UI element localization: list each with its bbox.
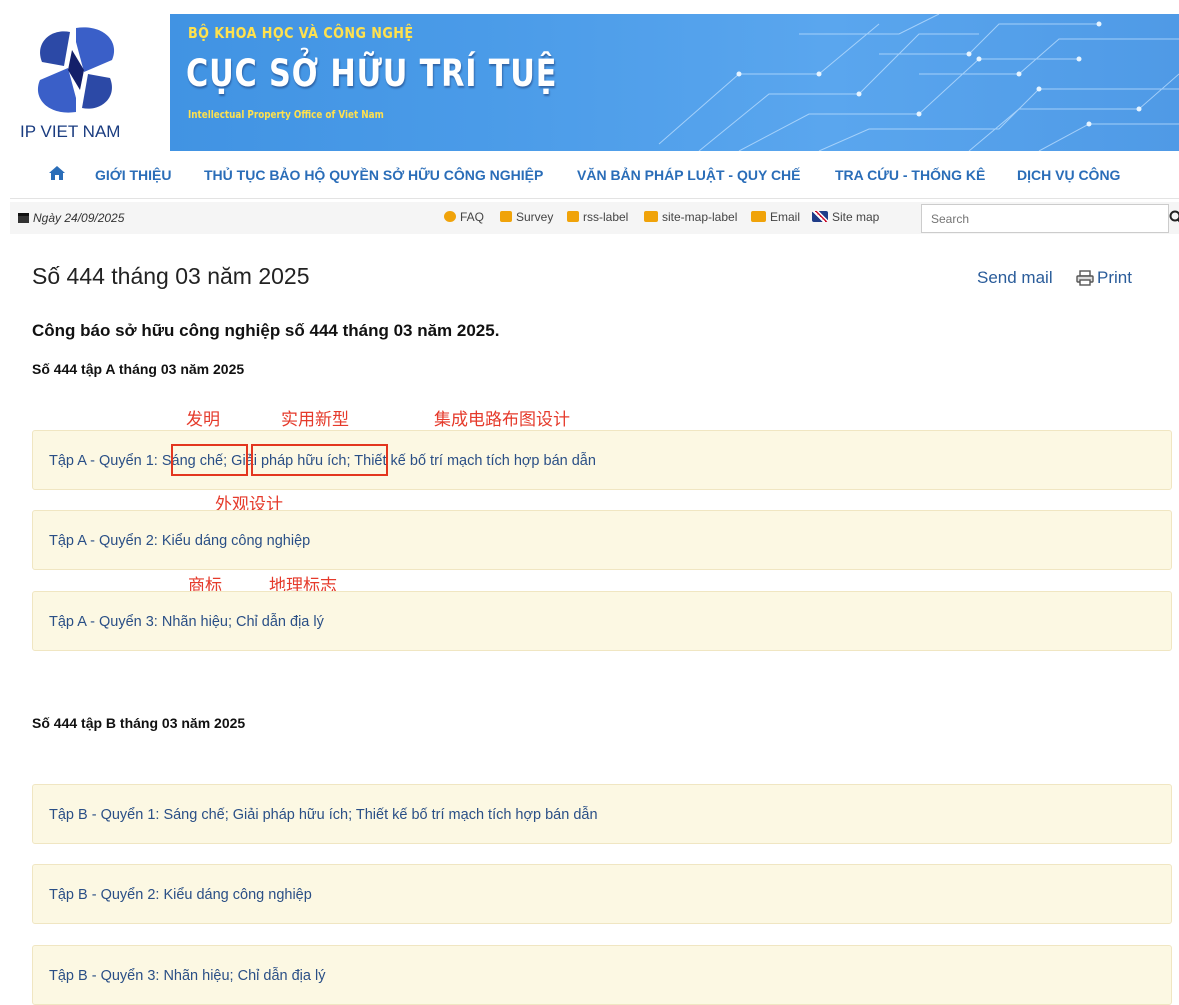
- uk-flag-icon: [812, 211, 828, 222]
- volume-a2-link[interactable]: Tập A - Quyển 2: Kiểu dáng công nghiệp: [49, 533, 310, 549]
- annotation-ic-layout: 集成电路布图设计: [434, 405, 570, 430]
- rss-label: rss-label: [583, 210, 628, 224]
- circuit-decoration: [619, 14, 1179, 151]
- nav-item-dich-vu-cong[interactable]: DỊCH VỤ CÔNG: [1017, 167, 1120, 183]
- highlight-box-invention: [171, 444, 248, 476]
- agency-name: CỤC SỞ HỮU TRÍ TUỆ: [186, 52, 557, 95]
- check-square-icon: [500, 211, 512, 222]
- print-link[interactable]: Print: [1076, 268, 1132, 288]
- site-map-label-link[interactable]: site-map-label: [644, 210, 737, 224]
- faq-link[interactable]: FAQ: [444, 210, 484, 224]
- site-logo[interactable]: IP VIET NAM: [10, 14, 170, 151]
- rss-icon: [567, 211, 579, 222]
- survey-link[interactable]: Survey: [500, 210, 553, 224]
- nav-item-gioi-thieu[interactable]: GIỚI THIỆU: [95, 167, 172, 183]
- volume-a3-link[interactable]: Tập A - Quyển 3: Nhãn hiệu; Chỉ dẫn địa …: [49, 614, 324, 630]
- utility-bar: Ngày 24/09/2025 FAQ Survey rss-label sit…: [10, 202, 1179, 234]
- faq-label: FAQ: [460, 210, 484, 224]
- volume-b2-panel: Tập B - Quyển 2: Kiểu dáng công nghiệp: [32, 864, 1172, 924]
- rss-link[interactable]: rss-label: [567, 210, 628, 224]
- highlight-box-utility-model: [251, 444, 388, 476]
- chat-icon: [444, 211, 456, 222]
- article-subtitle: Công báo sở hữu công nghiệp số 444 tháng…: [32, 321, 499, 341]
- sitemap-icon: [644, 211, 658, 222]
- page-title: Số 444 tháng 03 năm 2025: [32, 263, 310, 290]
- survey-label: Survey: [516, 210, 553, 224]
- nav-item-tra-cuu[interactable]: TRA CỨU - THỐNG KÊ: [835, 167, 985, 183]
- search-icon[interactable]: [1169, 210, 1179, 226]
- ip-logo-icon: [24, 22, 128, 118]
- annotation-utility-model: 实用新型: [281, 405, 349, 430]
- section-a-heading: Số 444 tập A tháng 03 năm 2025: [32, 361, 244, 377]
- volume-b1-link[interactable]: Tập B - Quyển 1: Sáng chế; Giải pháp hữu…: [49, 807, 598, 823]
- volume-b3-panel: Tập B - Quyển 3: Nhãn hiệu; Chỉ dẫn địa …: [32, 945, 1172, 1005]
- calendar-icon: [18, 213, 29, 223]
- date-text: Ngày 24/09/2025: [33, 211, 124, 225]
- home-icon[interactable]: [48, 165, 66, 181]
- site-banner: IP VIET NAM BỘ KHOA HỌC VÀ CÔNG NGHỆ CỤC…: [10, 14, 1179, 151]
- volume-b2-link[interactable]: Tập B - Quyển 2: Kiểu dáng công nghiệp: [49, 887, 312, 903]
- envelope-icon: [751, 211, 766, 222]
- nav-item-van-ban[interactable]: VĂN BẢN PHÁP LUẬT - QUY CHẾ: [577, 167, 801, 183]
- agency-english-name: Intellectual Property Office of Viet Nam: [188, 108, 384, 121]
- nav-item-thu-tuc[interactable]: THỦ TỤC BẢO HỘ QUYỀN SỞ HỮU CÔNG NGHIỆP: [204, 167, 543, 183]
- search-input[interactable]: [921, 204, 1169, 233]
- volume-a2-panel: Tập A - Quyển 2: Kiểu dáng công nghiệp: [32, 510, 1172, 570]
- send-mail-link[interactable]: Send mail: [977, 268, 1053, 288]
- sitemap-link[interactable]: Site map: [812, 210, 879, 224]
- volume-b1-panel: Tập B - Quyển 1: Sáng chế; Giải pháp hữu…: [32, 784, 1172, 844]
- current-date: Ngày 24/09/2025: [18, 211, 124, 225]
- email-link[interactable]: Email: [751, 210, 800, 224]
- print-label: Print: [1097, 268, 1132, 287]
- logo-text: IP VIET NAM: [20, 122, 120, 142]
- section-b-heading: Số 444 tập B tháng 03 năm 2025: [32, 715, 245, 731]
- sitemap-label: Site map: [832, 210, 879, 224]
- ministry-name: BỘ KHOA HỌC VÀ CÔNG NGHỆ: [188, 24, 413, 42]
- volume-b3-link[interactable]: Tập B - Quyển 3: Nhãn hiệu; Chỉ dẫn địa …: [49, 968, 325, 984]
- main-nav: GIỚI THIỆU THỦ TỤC BẢO HỘ QUYỀN SỞ HỮU C…: [10, 151, 1179, 199]
- email-label: Email: [770, 210, 800, 224]
- printer-icon: [1076, 270, 1094, 286]
- volume-a3-panel: Tập A - Quyển 3: Nhãn hiệu; Chỉ dẫn địa …: [32, 591, 1172, 651]
- site-map-label: site-map-label: [662, 210, 737, 224]
- annotation-invention: 发明: [186, 405, 220, 430]
